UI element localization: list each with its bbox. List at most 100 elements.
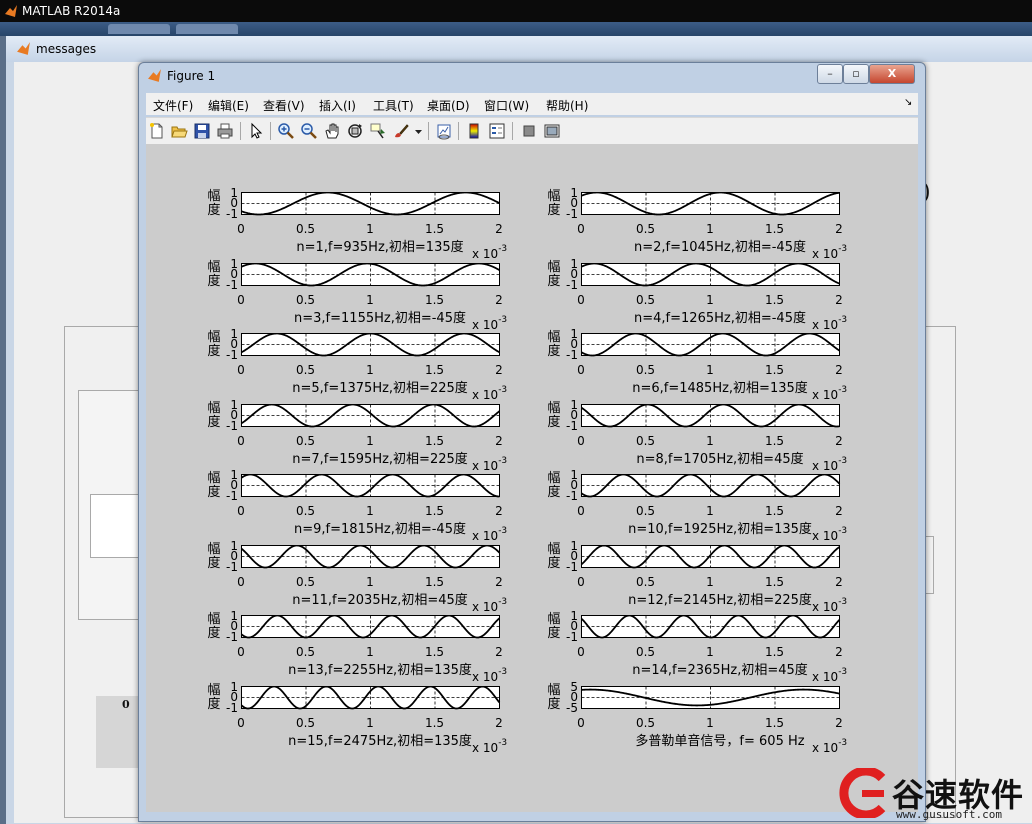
plot-axes[interactable] bbox=[241, 615, 501, 639]
x-tick-label: 2 bbox=[495, 222, 503, 236]
plot-axes[interactable] bbox=[241, 685, 501, 710]
x-tick-label: 1 bbox=[366, 504, 374, 518]
y-tick-label: -1 bbox=[226, 277, 238, 292]
subplot[interactable]: 幅度 1 0 -1 0 0.5 1 1.5 2 n=5,f=1375Hz,初相=225度 x 10-… bbox=[202, 328, 542, 403]
menu-help[interactable]: 帮助(H) bbox=[546, 97, 588, 114]
menu-insert[interactable]: 插入(I) bbox=[319, 97, 356, 114]
data-cursor-icon[interactable] bbox=[369, 122, 387, 140]
plot-axes[interactable] bbox=[581, 615, 841, 639]
subplot[interactable]: 幅度 1 0 -1 0 0.5 1 1.5 2 n=11,f=2035Hz,初相=45度 x 10-… bbox=[202, 540, 542, 615]
x-tick-label: 0 bbox=[237, 504, 245, 518]
subplot[interactable]: 幅度 1 0 -1 0 0.5 1 1.5 2 n=2,f=1045Hz,初相=-45度 x 10-… bbox=[542, 187, 882, 262]
plot-axes[interactable] bbox=[581, 685, 841, 710]
menu-view[interactable]: 查看(V) bbox=[263, 97, 305, 114]
subplot[interactable]: 幅度 1 0 -1 0 0.5 1 1.5 2 n=3,f=1155Hz,初相=-45度 x 10-… bbox=[202, 258, 542, 333]
y-tick-label: -1 bbox=[566, 277, 578, 292]
x-tick-label: 1.5 bbox=[424, 715, 445, 730]
subplot-caption: n=13,f=2255Hz,初相=135度 bbox=[288, 663, 472, 678]
x-tick-label: 0 bbox=[577, 645, 585, 659]
plot-axes[interactable] bbox=[241, 262, 501, 287]
subplot-caption: n=11,f=2035Hz,初相=45度 bbox=[292, 592, 468, 608]
x-tick-label: 0.5 bbox=[635, 574, 656, 589]
x-tick-label: 2 bbox=[835, 363, 843, 377]
subplot[interactable]: 幅度 1 0 -1 0 0.5 1 1.5 2 n=15,f=2475Hz,初相=135度 x 10… bbox=[202, 681, 542, 756]
hide-plot-tools-icon[interactable] bbox=[520, 122, 538, 140]
y-axis-label: 幅度 bbox=[207, 541, 221, 571]
plot-axes[interactable] bbox=[581, 262, 841, 287]
subplot[interactable]: 幅度 1 0 -1 0 0.5 1 1.5 2 n=12,f=2145Hz,初相=225度 x 10… bbox=[542, 540, 882, 615]
subplot[interactable]: 幅度 1 0 -1 0 0.5 1 1.5 2 n=14,f=2365Hz,初相=45度 x 10-… bbox=[542, 610, 882, 685]
brush-icon[interactable] bbox=[392, 122, 410, 140]
x-tick-label: 2 bbox=[495, 292, 503, 307]
link-plot-icon[interactable] bbox=[435, 122, 453, 140]
taskbar-tab[interactable] bbox=[108, 24, 170, 34]
x-tick-label: 0 bbox=[237, 433, 245, 448]
menu-desktop[interactable]: 桌面(D) bbox=[427, 97, 470, 114]
x-multiplier-exponent: -3 bbox=[838, 737, 848, 748]
colorbar-icon[interactable] bbox=[465, 122, 483, 140]
subplot[interactable]: 幅度 1 0 -1 0 0.5 1 1.5 2 n=6,f=1485Hz,初相=135度 x 10-… bbox=[542, 328, 882, 403]
menu-tools[interactable]: 工具(T) bbox=[373, 97, 414, 114]
y-axis-label: 幅度 bbox=[547, 330, 561, 359]
plot-axes[interactable] bbox=[581, 474, 841, 498]
close-button[interactable]: X bbox=[869, 64, 915, 84]
subplot[interactable]: 幅度 1 0 -1 0 0.5 1 1.5 2 n=8,f=1705Hz,初相=45度 x 10-3 bbox=[542, 399, 882, 474]
maximize-button[interactable]: ▫ bbox=[843, 64, 869, 84]
x-tick-label: 0.5 bbox=[295, 433, 316, 448]
x-tick-label: 2 bbox=[835, 715, 843, 730]
save-icon[interactable] bbox=[193, 122, 211, 140]
menu-edit[interactable]: 编辑(E) bbox=[208, 97, 249, 114]
figure-titlebar[interactable]: Figure 1 – ▫ X bbox=[139, 63, 923, 89]
menu-window[interactable]: 窗口(W) bbox=[484, 97, 529, 114]
open-file-icon[interactable] bbox=[170, 122, 188, 140]
x-tick-label: 0.5 bbox=[635, 715, 656, 730]
subplot[interactable]: 幅度 1 0 -1 0 0.5 1 1.5 2 n=1,f=935Hz,初相=135度 x 10-3 bbox=[202, 187, 542, 262]
zoom-in-icon[interactable] bbox=[277, 122, 295, 140]
plot-axes[interactable] bbox=[241, 192, 501, 216]
dock-arrow-icon[interactable]: ↘ bbox=[904, 97, 912, 108]
plot-axes[interactable] bbox=[581, 192, 841, 216]
matlab-window-title: MATLAB R2014a bbox=[22, 4, 121, 18]
x-multiplier-exponent: -3 bbox=[838, 526, 848, 536]
subplot[interactable]: 幅度 1 0 -1 0 0.5 1 1.5 2 n=10,f=1925Hz,初相=135度 x 10… bbox=[542, 469, 882, 544]
y-axis-label: 幅度 bbox=[207, 330, 221, 359]
y-tick-label: -1 bbox=[226, 348, 238, 362]
pointer-icon[interactable] bbox=[247, 122, 265, 140]
subplot[interactable]: 幅度 1 0 -1 0 0.5 1 1.5 2 n=7,f=1595Hz,初相=225度 x 10-… bbox=[202, 399, 542, 474]
subplot-caption: n=3,f=1155Hz,初相=-45度 bbox=[294, 310, 466, 326]
messages-window-title: messages bbox=[36, 42, 97, 56]
subplot[interactable]: 幅度 1 0 -1 0 0.5 1 1.5 2 n=9,f=1815Hz,初相=-45度 x 10-… bbox=[202, 469, 542, 544]
zoom-out-icon[interactable] bbox=[300, 122, 318, 140]
plot-axes[interactable] bbox=[581, 333, 841, 357]
print-icon[interactable] bbox=[216, 122, 234, 140]
minimize-button[interactable]: – bbox=[817, 64, 843, 84]
pan-hand-icon[interactable] bbox=[323, 122, 341, 140]
subplot[interactable]: 幅度 1 0 -1 0 0.5 1 1.5 2 n=13,f=2255Hz,初相=135度 x 10… bbox=[202, 610, 542, 685]
plot-axes[interactable] bbox=[581, 544, 841, 569]
new-figure-icon[interactable] bbox=[148, 122, 166, 140]
x-tick-label: 2 bbox=[495, 574, 503, 589]
x-axis-multiplier: x 10-3 bbox=[812, 244, 847, 261]
legend-icon[interactable] bbox=[488, 122, 506, 140]
subplot[interactable]: 幅度 1 0 -1 0 0.5 1 1.5 2 n=4,f=1265Hz,初相=-45度 x 10-… bbox=[542, 258, 882, 333]
subplot[interactable]: 幅度 5 0 -5 0 0.5 1 1.5 2 多普勒单音信号，f= 605 Hz x 10-3 bbox=[542, 681, 882, 756]
show-plot-tools-icon[interactable] bbox=[543, 122, 561, 140]
messages-titlebar: messages bbox=[6, 36, 1032, 62]
x-tick-label: 2 bbox=[835, 292, 843, 307]
brush-dropdown-icon[interactable] bbox=[414, 122, 423, 140]
x-tick-label: 1.5 bbox=[764, 574, 785, 589]
plot-axes[interactable] bbox=[241, 544, 501, 569]
taskbar-tab[interactable] bbox=[176, 24, 238, 34]
menu-file[interactable]: 文件(F) bbox=[153, 97, 193, 114]
plot-axes[interactable] bbox=[241, 474, 501, 498]
plot-axes[interactable] bbox=[241, 333, 501, 357]
x-multiplier-base: x 10 bbox=[812, 740, 839, 755]
x-multiplier-base: x 10 bbox=[472, 670, 499, 684]
rotate-3d-icon[interactable] bbox=[346, 122, 364, 140]
x-tick-label: 0.5 bbox=[295, 715, 316, 730]
subplot-caption: n=12,f=2145Hz,初相=225度 bbox=[628, 592, 812, 608]
plot-axes[interactable] bbox=[581, 403, 841, 428]
x-tick-label: 0 bbox=[237, 363, 245, 377]
plot-axes[interactable] bbox=[241, 403, 501, 428]
x-axis-multiplier: x 10-3 bbox=[812, 737, 848, 755]
